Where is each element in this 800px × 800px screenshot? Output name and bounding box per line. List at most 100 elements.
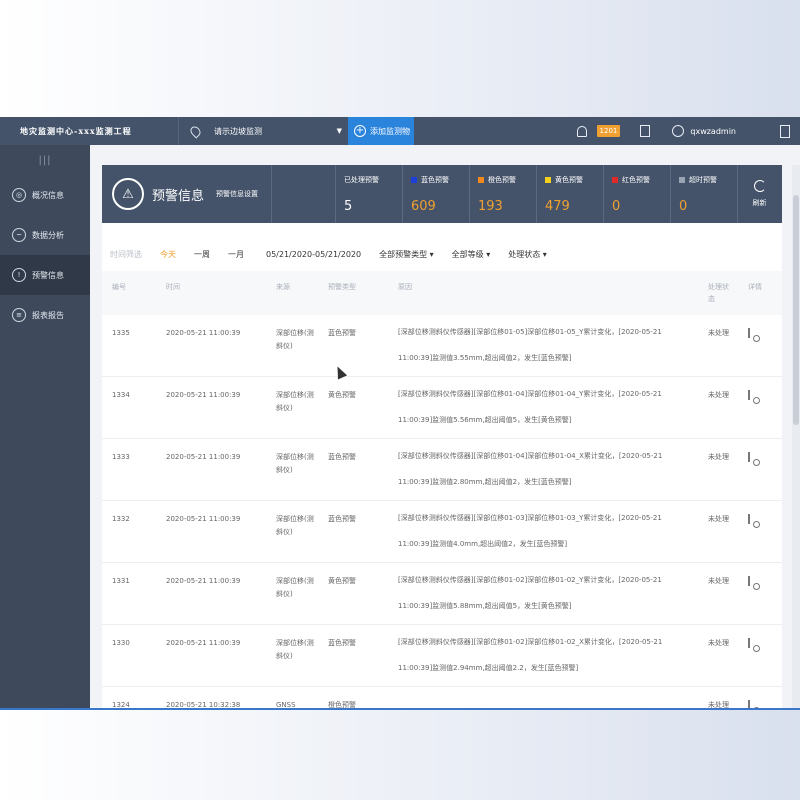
sidebar-item-reports[interactable]: ≡ 报表报告	[0, 295, 90, 335]
table-row[interactable]: 1332 2020-05-21 11:00:39 深部位移(测斜仪) 蓝色预警 …	[102, 501, 782, 563]
stat-red[interactable]: 红色预警 0	[604, 165, 671, 223]
row-reason: [深部位移测斜仪传感器][深部位移01-04]深部位移01-04_Y累计变化，[…	[398, 390, 662, 424]
stat-timeout[interactable]: 超时预警 0	[671, 165, 738, 223]
sidebar-item-label: 数据分析	[32, 230, 64, 240]
row-id: 1324	[112, 701, 130, 708]
stat-blue[interactable]: 蓝色预警 609	[403, 165, 470, 223]
row-source: 深部位移(测斜仪)	[276, 453, 314, 474]
row-id: 1330	[112, 639, 130, 647]
level-dropdown[interactable]: 全部等级	[452, 249, 491, 260]
warning-title-block: ⚠ 预警信息 预警信息设置	[102, 165, 272, 223]
stat-label: 超时预警	[689, 176, 717, 184]
filter-tab-today[interactable]: 今天	[160, 249, 176, 260]
table-row[interactable]: 1334 2020-05-21 11:00:39 深部位移(测斜仪) 黄色预警 …	[102, 377, 782, 439]
detail-icon[interactable]	[748, 452, 750, 462]
user-icon	[672, 125, 685, 137]
warning-icon: !	[12, 268, 26, 282]
location-selector[interactable]: 请示边坡监测 ▼	[178, 117, 348, 145]
column-header-type[interactable]: 预警类型	[328, 281, 356, 293]
bell-icon[interactable]	[576, 125, 587, 137]
page-title: 预警信息	[152, 188, 205, 204]
row-source: 深部位移(测斜仪)	[276, 515, 314, 536]
table-row[interactable]: 1335 2020-05-21 11:00:39 深部位移(测斜仪) 蓝色预警 …	[102, 315, 782, 377]
top-bar: 地灾监测中心-xxx监测工程 请示边坡监测 ▼ + 添加监测物 1201 qxw…	[0, 117, 800, 145]
stat-label: 蓝色预警	[421, 176, 449, 184]
row-time: 2020-05-21 11:00:39	[166, 515, 241, 523]
row-time: 2020-05-21 11:00:39	[166, 329, 241, 337]
column-header-action[interactable]: 详情	[748, 281, 762, 293]
row-time: 2020-05-21 11:00:39	[166, 639, 241, 647]
scrollbar[interactable]	[792, 165, 800, 708]
chevron-down-icon: ▼	[336, 127, 342, 135]
column-header-source[interactable]: 来源	[276, 281, 318, 293]
detail-icon[interactable]	[748, 328, 750, 338]
detail-icon[interactable]	[748, 700, 750, 708]
add-monitor-button[interactable]: + 添加监测物	[348, 117, 414, 145]
plus-icon: +	[354, 125, 366, 137]
stat-orange[interactable]: 橙色预警 193	[470, 165, 537, 223]
stat-value: 479	[545, 199, 570, 214]
row-id: 1331	[112, 577, 130, 585]
table-row[interactable]: 1324 2020-05-21 10:32:38 GNSS 橙色预警 未处理	[102, 687, 782, 708]
column-header-status[interactable]: 处理状态	[708, 281, 730, 305]
sidebar: ||| ◎ 概况信息 ~ 数据分析 ! 预警信息 ≡ 报表报告	[0, 145, 90, 708]
logout-icon[interactable]	[780, 124, 790, 138]
refresh-button[interactable]: 刷新	[738, 165, 781, 223]
add-monitor-label: 添加监测物	[370, 126, 410, 136]
stat-yellow[interactable]: 黄色预警 479	[537, 165, 604, 223]
detail-icon[interactable]	[748, 514, 750, 524]
row-status: 未处理	[708, 391, 729, 399]
stat-value: 0	[612, 199, 621, 214]
row-status: 未处理	[708, 639, 729, 647]
sidebar-item-label: 概况信息	[32, 190, 64, 200]
detail-icon[interactable]	[748, 576, 750, 586]
detail-icon[interactable]	[748, 638, 750, 648]
row-reason: [深部位移测斜仪传感器][深部位移01-02]深部位移01-02_X累计变化，[…	[398, 638, 663, 672]
scroll-thumb[interactable]	[793, 195, 799, 425]
sidebar-item-analysis[interactable]: ~ 数据分析	[0, 215, 90, 255]
row-type: 蓝色预警	[328, 639, 356, 647]
column-header-reason[interactable]: 原因	[398, 281, 682, 293]
detail-icon[interactable]	[748, 390, 750, 400]
time-filter-label: 时间筛选	[110, 249, 142, 259]
row-source: 深部位移(测斜仪)	[276, 329, 314, 350]
row-source: 深部位移(测斜仪)	[276, 639, 314, 660]
row-time: 2020-05-21 10:32:38	[166, 701, 241, 708]
warning-type-dropdown[interactable]: 全部预警类型	[379, 249, 434, 260]
row-time: 2020-05-21 11:00:39	[166, 391, 241, 399]
column-header-time[interactable]: 时间	[166, 281, 180, 293]
row-id: 1333	[112, 453, 130, 461]
row-reason: [深部位移测斜仪传感器][深部位移01-03]深部位移01-03_Y累计变化，[…	[398, 514, 662, 548]
yellow-square-icon	[545, 177, 551, 183]
table-row[interactable]: 1331 2020-05-21 11:00:39 深部位移(测斜仪) 黄色预警 …	[102, 563, 782, 625]
filter-tab-week[interactable]: 一周	[194, 249, 210, 260]
sidebar-item-warnings[interactable]: ! 预警信息	[0, 255, 90, 295]
sidebar-toggle-icon[interactable]: |||	[0, 145, 90, 175]
row-reason: [深部位移测斜仪传感器][深部位移01-02]深部位移01-02_Y累计变化，[…	[398, 576, 662, 610]
stat-label: 黄色预警	[555, 176, 583, 184]
status-dropdown[interactable]: 处理状态	[508, 249, 547, 260]
stat-value: 609	[411, 199, 436, 214]
row-type: 蓝色预警	[328, 329, 356, 337]
row-type: 橙色预警	[328, 701, 356, 708]
blue-square-icon	[411, 177, 417, 183]
stat-processed[interactable]: 已处理预警 5	[336, 165, 403, 223]
notification-badge[interactable]: 1201	[596, 125, 621, 137]
column-header-id[interactable]: 编号	[112, 281, 126, 293]
username[interactable]: qxwzadmin	[690, 127, 736, 136]
stat-label: 红色预警	[622, 176, 650, 184]
sidebar-item-overview[interactable]: ◎ 概况信息	[0, 175, 90, 215]
table-row[interactable]: 1333 2020-05-21 11:00:39 深部位移(测斜仪) 蓝色预警 …	[102, 439, 782, 501]
refresh-label: 刷新	[752, 199, 767, 207]
filter-tab-month[interactable]: 一月	[228, 249, 244, 260]
filter-bar: 时间筛选 今天 一周 一月 05/21/2020-05/21/2020 全部预警…	[102, 239, 782, 269]
location-label: 请示边坡监测	[214, 126, 262, 136]
report-icon: ≡	[12, 308, 26, 322]
window-bottom-border	[0, 708, 800, 710]
row-status: 未处理	[708, 577, 729, 585]
date-range-picker[interactable]: 05/21/2020-05/21/2020	[266, 250, 361, 259]
warning-settings-link[interactable]: 预警信息设置	[216, 189, 258, 199]
refresh-icon	[753, 180, 766, 192]
table-row[interactable]: 1330 2020-05-21 11:00:39 深部位移(测斜仪) 蓝色预警 …	[102, 625, 782, 687]
document-icon[interactable]	[640, 125, 651, 137]
